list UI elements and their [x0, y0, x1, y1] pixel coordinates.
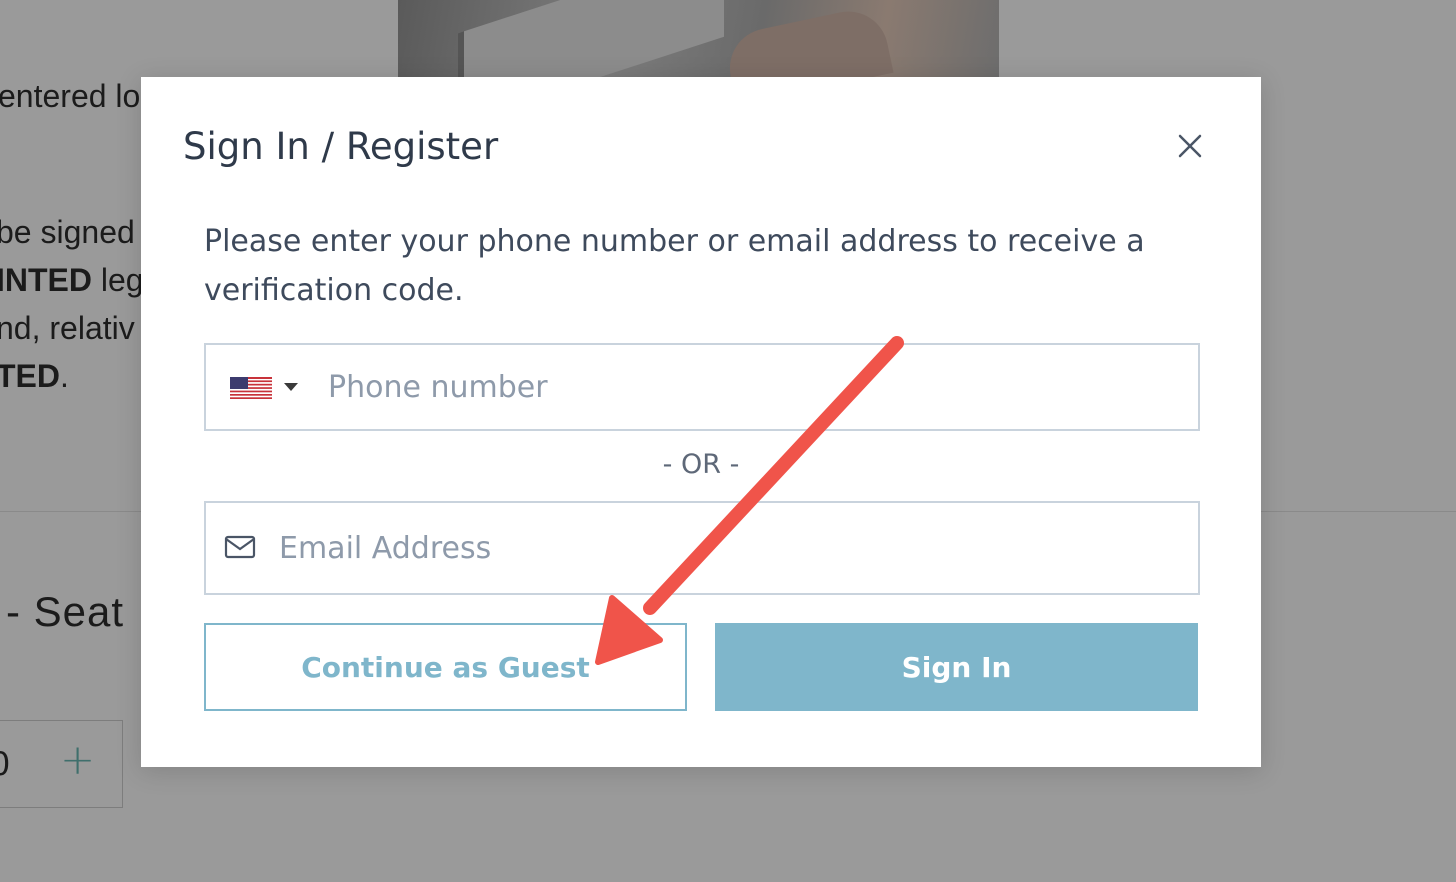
phone-field: [204, 343, 1200, 431]
background-heading: - Seat: [6, 588, 125, 635]
background-text-line: entered lo: [0, 78, 140, 115]
mail-icon: [224, 535, 256, 559]
photo-hand: [722, 4, 894, 77]
email-field: [204, 501, 1200, 595]
background-text-line: nd, relativ: [0, 310, 135, 347]
background-bold-text: TED: [0, 358, 60, 394]
stepper-plus-icon: +: [60, 735, 96, 784]
modal-title: Sign In / Register: [183, 125, 499, 168]
background-bold-text: INTED: [0, 262, 92, 298]
or-separator: - OR -: [662, 449, 740, 480]
background-text: be signed: [0, 214, 135, 250]
background-text-line: be signed: [0, 214, 135, 251]
quantity-stepper: 0 +: [0, 720, 123, 808]
us-flag-icon: [230, 377, 272, 399]
background-text-line: INTED leg: [0, 262, 144, 299]
email-input[interactable]: [277, 503, 1178, 593]
continue-as-guest-button[interactable]: Continue as Guest: [204, 623, 687, 711]
photo-screen: [458, 0, 724, 77]
background-text: entered lo: [0, 78, 141, 114]
phone-input[interactable]: [326, 345, 1178, 429]
sign-in-button[interactable]: Sign In: [715, 623, 1198, 711]
background-text: .: [60, 358, 69, 394]
chevron-down-icon: [284, 383, 298, 391]
background-text: leg: [92, 262, 144, 298]
close-icon: [1178, 134, 1202, 158]
background-text: nd, relativ: [0, 310, 135, 346]
close-button[interactable]: [1176, 132, 1204, 160]
background-text-line: TED.: [0, 358, 69, 395]
instructions-text: Please enter your phone number or email …: [204, 224, 1145, 308]
sign-in-modal: Sign In / Register Please enter your pho…: [141, 77, 1261, 767]
background-photo: [398, 0, 999, 77]
stepper-value: 0: [0, 745, 11, 783]
